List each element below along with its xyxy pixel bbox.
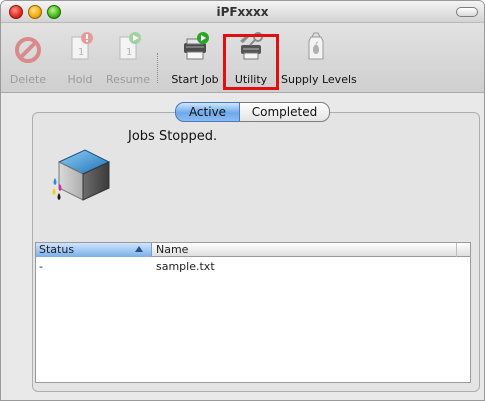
table-row[interactable]: - sample.txt — [36, 260, 470, 274]
hold-icon: 1 — [71, 32, 93, 60]
window-title: iPFxxxx — [216, 5, 269, 19]
delete-icon — [15, 37, 41, 63]
column-header-status[interactable]: Status — [36, 243, 152, 257]
print-queue-window: iPFxxxx Delete 1 Hold 1 Resume Start Job… — [0, 0, 485, 401]
toolbar-separator — [157, 53, 158, 83]
supply-levels-button[interactable]: Supply Levels — [281, 27, 357, 87]
toolbar-toggle-button[interactable] — [456, 7, 478, 17]
svg-text:1: 1 — [78, 47, 84, 58]
resume-label: Resume — [105, 73, 151, 86]
delete-button[interactable]: Delete — [9, 27, 47, 87]
start-job-label: Start Job — [171, 73, 219, 86]
jobs-table: Status Name - sample.txt — [35, 242, 471, 383]
table-header: Status Name — [36, 243, 470, 257]
title-bar[interactable]: iPFxxxx — [1, 1, 484, 23]
start-job-button[interactable]: Start Job — [171, 27, 219, 87]
queue-status-message: Jobs Stopped. — [128, 129, 218, 144]
supply-levels-icon — [308, 32, 324, 60]
tab-completed[interactable]: Completed — [240, 102, 330, 122]
supply-levels-label: Supply Levels — [281, 73, 357, 86]
printer-icon — [52, 149, 111, 201]
svg-text:1: 1 — [126, 47, 132, 58]
start-job-icon — [184, 32, 209, 60]
column-header-name[interactable]: Name — [153, 243, 457, 257]
hold-label: Hold — [67, 73, 93, 86]
resume-button[interactable]: 1 Resume — [105, 27, 151, 87]
utility-highlight-box — [223, 34, 279, 90]
row-name: sample.txt — [156, 260, 215, 273]
queue-tabs: Active Completed — [175, 102, 330, 122]
tab-active[interactable]: Active — [175, 102, 240, 122]
hold-button[interactable]: 1 Hold — [63, 27, 97, 87]
column-header-status-label: Status — [39, 243, 75, 256]
delete-label: Delete — [9, 73, 47, 86]
resume-icon: 1 — [119, 32, 141, 60]
row-status: - — [39, 260, 43, 273]
sort-ascending-icon — [135, 246, 143, 252]
